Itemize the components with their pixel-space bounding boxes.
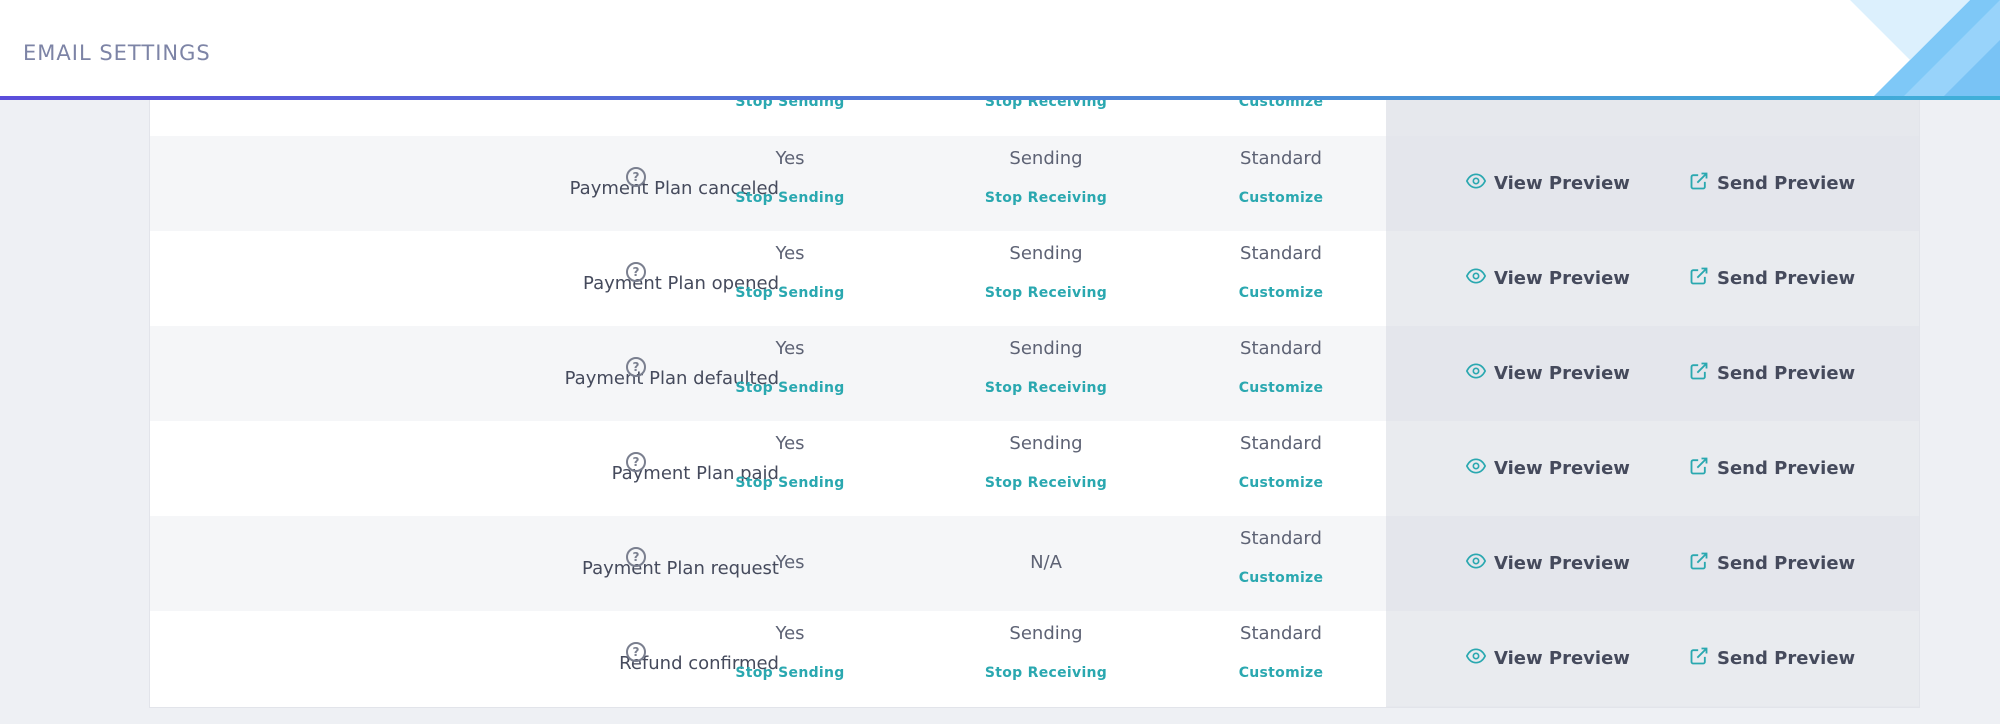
sending-enabled-value: Yes: [775, 433, 805, 454]
send-preview-button[interactable]: Send Preview: [1689, 326, 1855, 421]
header-decoration: [1850, 0, 2000, 97]
send-preview-button[interactable]: Send Preview: [1689, 516, 1855, 611]
receiving-status-value: Sending: [1009, 148, 1083, 169]
sending-enabled-value: Yes: [775, 148, 805, 169]
send-preview-button[interactable]: Send Preview: [1689, 231, 1855, 326]
template-value: Standard: [1240, 338, 1322, 359]
stop-sending-link[interactable]: Stop Sending: [670, 190, 910, 206]
help-icon[interactable]: ?: [626, 547, 646, 567]
stop-sending-link[interactable]: Stop Sending: [670, 665, 910, 681]
eye-icon: [1465, 173, 1494, 194]
sending-enabled-value: Yes: [775, 338, 805, 359]
external-link-icon: [1689, 266, 1717, 291]
receiving-status-value: Sending: [1009, 623, 1083, 644]
receiving-status-value: Sending: [1009, 433, 1083, 454]
stop-receiving-link[interactable]: Stop Receiving: [926, 475, 1166, 491]
sending-enabled-value: Yes: [775, 623, 805, 644]
external-link-icon: [1689, 361, 1717, 386]
view-preview-button[interactable]: View Preview: [1465, 421, 1630, 516]
template-value: Standard: [1240, 243, 1322, 264]
send-preview-button[interactable]: Send Preview: [1689, 421, 1855, 516]
template-value: Standard: [1240, 528, 1322, 549]
view-preview-button[interactable]: View Preview: [1465, 136, 1630, 231]
send-preview-button[interactable]: Send Preview: [1689, 136, 1855, 231]
stop-sending-link[interactable]: Stop Sending: [670, 475, 910, 491]
view-preview-button[interactable]: View Preview: [1465, 516, 1630, 611]
template-value: Standard: [1240, 433, 1322, 454]
help-icon[interactable]: ?: [626, 452, 646, 472]
page-title: EMAIL SETTINGS: [23, 41, 211, 65]
help-icon[interactable]: ?: [626, 167, 646, 187]
customize-link[interactable]: Customize: [1161, 570, 1401, 586]
table-row: Payment Plan request ? Yes N/A Standard …: [150, 516, 1919, 611]
external-link-icon: [1689, 456, 1717, 481]
stop-sending-link[interactable]: Stop Sending: [670, 285, 910, 301]
customize-link[interactable]: Customize: [1161, 190, 1401, 206]
table-row: Payment Plan canceled ? Yes Stop Sending…: [150, 136, 1919, 231]
customize-link[interactable]: Customize: [1161, 285, 1401, 301]
view-preview-button[interactable]: View Preview: [1465, 231, 1630, 326]
template-value: Standard: [1240, 623, 1322, 644]
table-row: Payment Plan paid ? Yes Stop Sending Sen…: [150, 421, 1919, 516]
receiving-status-value: N/A: [1030, 552, 1062, 573]
stop-receiving-link[interactable]: Stop Receiving: [926, 665, 1166, 681]
receiving-status-value: Sending: [1009, 338, 1083, 359]
eye-icon: [1465, 458, 1494, 479]
header-divider: [0, 96, 2000, 100]
external-link-icon: [1689, 646, 1717, 671]
customize-link[interactable]: Customize: [1161, 665, 1401, 681]
help-icon[interactable]: ?: [626, 357, 646, 377]
header: EMAIL SETTINGS: [0, 0, 2000, 97]
stop-receiving-link[interactable]: Stop Receiving: [926, 380, 1166, 396]
view-preview-button[interactable]: View Preview: [1465, 611, 1630, 706]
table-row: Refund confirmed ? Yes Stop Sending Send…: [150, 611, 1919, 706]
external-link-icon: [1689, 171, 1717, 196]
template-value: Standard: [1240, 148, 1322, 169]
email-settings-table: Stop Sending Stop Receiving Customize Pa…: [149, 40, 1920, 708]
help-icon[interactable]: ?: [626, 262, 646, 282]
eye-icon: [1465, 363, 1494, 384]
customize-link[interactable]: Customize: [1161, 475, 1401, 491]
sending-enabled-value: Yes: [775, 552, 805, 573]
stop-receiving-link[interactable]: Stop Receiving: [926, 285, 1166, 301]
send-preview-button[interactable]: Send Preview: [1689, 611, 1855, 706]
table-row: Payment Plan defaulted ? Yes Stop Sendin…: [150, 326, 1919, 421]
table-row: Payment Plan opened ? Yes Stop Sending S…: [150, 231, 1919, 326]
help-icon[interactable]: ?: [626, 642, 646, 662]
receiving-status-value: Sending: [1009, 243, 1083, 264]
eye-icon: [1465, 553, 1494, 574]
eye-icon: [1465, 648, 1494, 669]
sending-enabled-value: Yes: [775, 243, 805, 264]
customize-link[interactable]: Customize: [1161, 380, 1401, 396]
stop-sending-link[interactable]: Stop Sending: [670, 380, 910, 396]
external-link-icon: [1689, 551, 1717, 576]
view-preview-button[interactable]: View Preview: [1465, 326, 1630, 421]
eye-icon: [1465, 268, 1494, 289]
stop-receiving-link[interactable]: Stop Receiving: [926, 190, 1166, 206]
